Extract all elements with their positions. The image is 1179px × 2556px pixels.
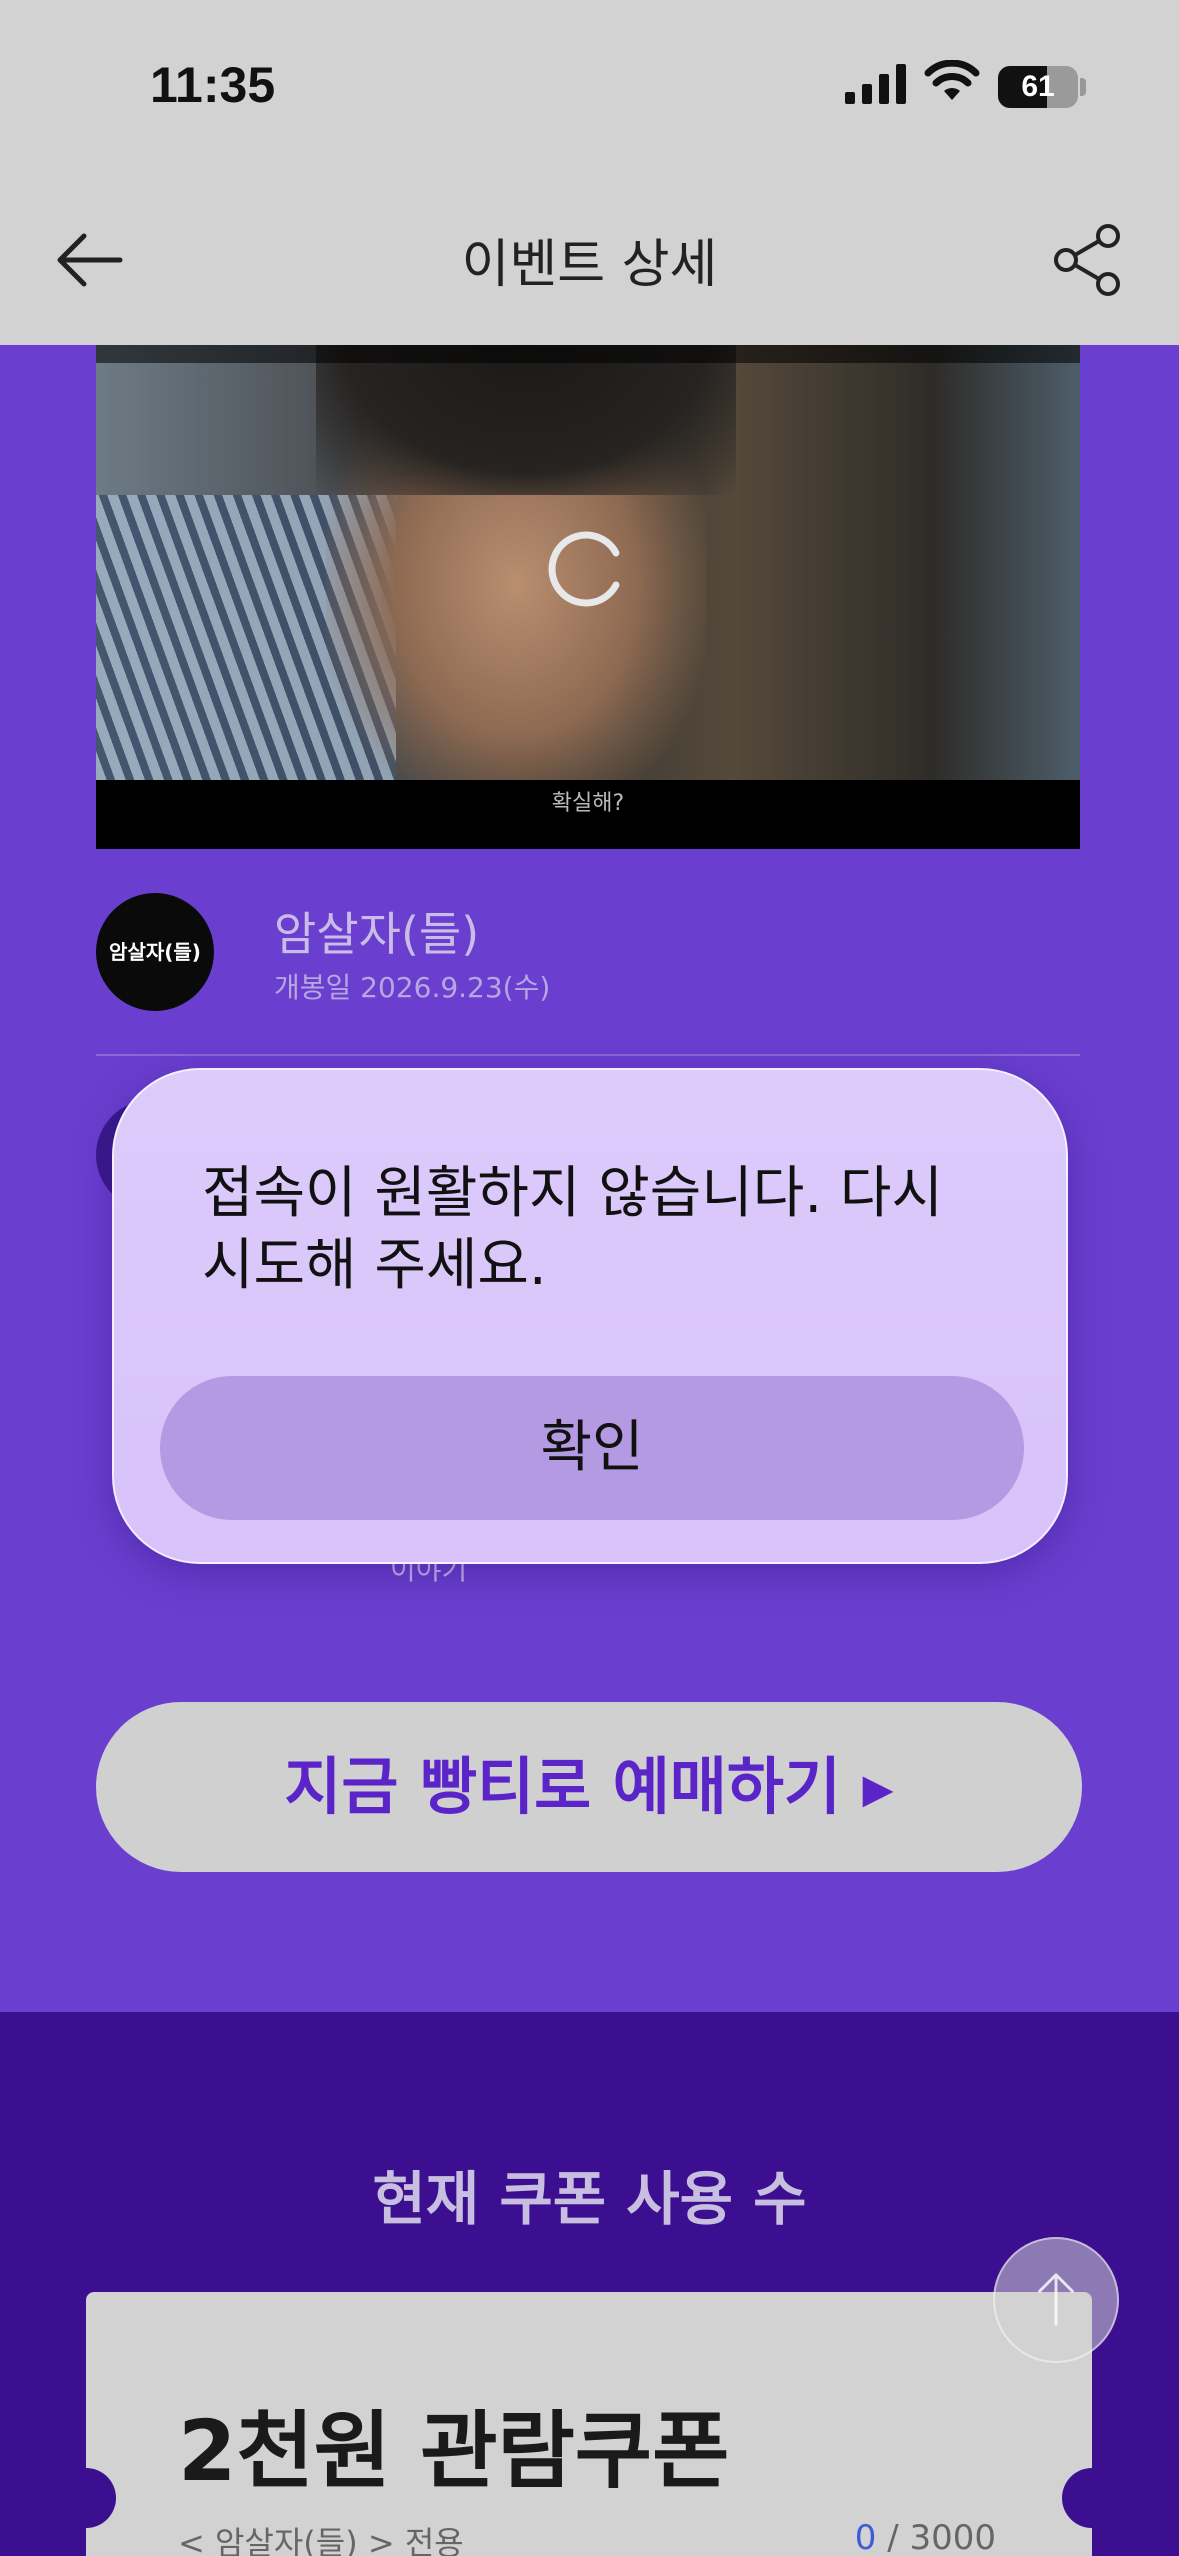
wifi-icon [924, 60, 980, 100]
coupon-total-count: / 3000 [876, 2518, 996, 2556]
coupon-used-count: 0 [854, 2518, 877, 2556]
alert-message: 접속이 원활하지 않습니다. 다시 시도해 주세요. [202, 1161, 943, 1298]
coupon-name: 2천원 관람쿠폰 [178, 2402, 730, 2500]
app-header: 이벤트 상세 [0, 170, 1179, 345]
movie-release-date: 개봉일 2026.9.23(수) [274, 971, 551, 1004]
coupon-description: < 암살자(들) > 전용 [178, 2524, 464, 2556]
video-player[interactable]: 확실해? [96, 345, 1080, 849]
share-icon[interactable] [1050, 222, 1126, 298]
loading-spinner-icon [548, 531, 620, 607]
confirm-button[interactable]: 확인 [160, 1376, 1024, 1520]
coupon-usage-count: 0 / 3000 [855, 2518, 996, 2556]
divider [96, 1054, 1080, 1056]
coupon-card: 2천원 관람쿠폰 < 암살자(들) > 전용 0 / 3000 [56, 2292, 1122, 2556]
status-time: 11:35 [150, 57, 276, 113]
coupon-section-title: 현재 쿠폰 사용 수 [372, 2165, 807, 2233]
arrow-up-icon [1038, 2273, 1074, 2326]
coupon-notch-right [1062, 2468, 1122, 2528]
video-topbar [96, 345, 1080, 363]
book-now-button[interactable]: 지금 빵티로 예매하기 ▸ [96, 1702, 1082, 1872]
battery-tip [1080, 78, 1086, 96]
movie-title: 암살자(들) [274, 907, 480, 961]
cellular-signal-icon [845, 64, 906, 104]
page-title: 이벤트 상세 [461, 235, 718, 295]
scroll-to-top-button[interactable] [993, 2237, 1119, 2363]
coupon-notch-left [56, 2468, 116, 2528]
battery-percent: 61 [1021, 70, 1055, 103]
status-bar: 11:35 61 [0, 0, 1179, 170]
battery-icon: 61 [998, 66, 1078, 108]
error-alert-dialog: 접속이 원활하지 않습니다. 다시 시도해 주세요. 확인 [112, 1068, 1068, 1564]
movie-logo: 암살자(들) [96, 893, 214, 1011]
video-subtitle: 확실해? [551, 791, 625, 816]
video-frame-hair [316, 345, 736, 495]
